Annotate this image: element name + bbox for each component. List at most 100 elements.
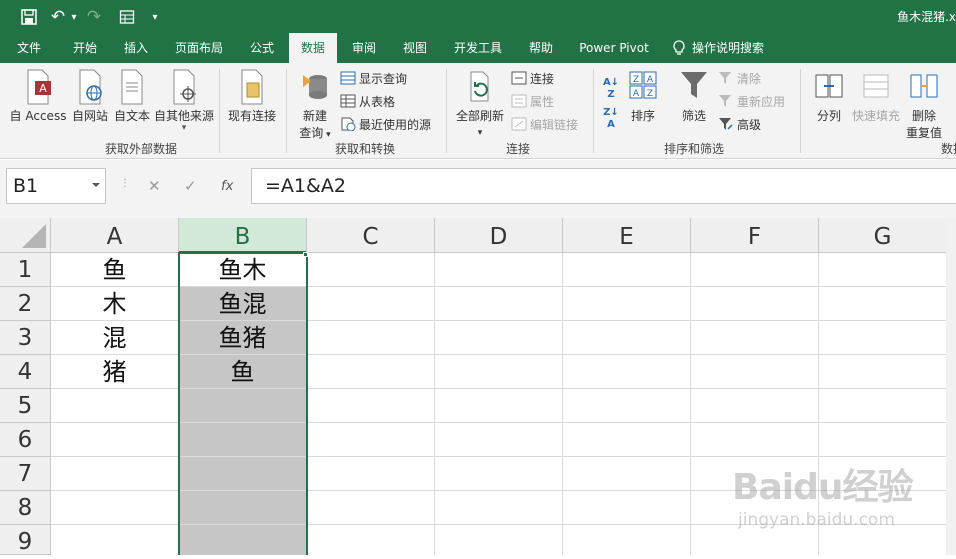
reapply-button[interactable]: 重新应用 (718, 92, 785, 110)
name-box-dropdown-icon[interactable] (92, 183, 100, 187)
show-queries-button[interactable]: 显示查询 (340, 69, 407, 87)
advanced-filter-button[interactable]: 高级 (718, 115, 761, 133)
row-header-9[interactable]: 9 (0, 525, 51, 555)
column-header-a[interactable]: A (51, 218, 179, 253)
show-queries-icon (340, 71, 356, 85)
reapply-icon (719, 95, 731, 107)
svg-text:Z: Z (647, 89, 653, 99)
from-access-label: 自 Access (9, 109, 67, 123)
cell-a2[interactable]: 木 (51, 287, 178, 320)
tab-page-layout[interactable]: 页面布局 (167, 33, 231, 63)
existing-connections-icon (241, 69, 263, 105)
from-web-label: 自网站 (71, 109, 108, 123)
flash-fill-icon (863, 74, 889, 98)
sort-desc-button[interactable]: Z↓ A (600, 107, 622, 131)
advanced-filter-label: 高级 (737, 117, 762, 132)
existing-connections-label: 现有连接 (227, 109, 276, 123)
redo-icon[interactable]: ↷ (84, 6, 104, 28)
column-header-g[interactable]: G (819, 218, 947, 253)
from-other-sources-button[interactable]: 自其他来源 ▾ (153, 69, 215, 133)
tab-view[interactable]: 视图 (392, 33, 438, 63)
properties-button[interactable]: 属性 (511, 92, 554, 110)
cancel-icon[interactable]: ✕ (148, 177, 161, 195)
column-header-c[interactable]: C (307, 218, 435, 253)
cell-a4[interactable]: 猪 (51, 355, 178, 388)
refresh-all-button[interactable]: 全部刷新 ▾ (452, 69, 508, 138)
column-header-e[interactable]: E (563, 218, 691, 253)
tab-home[interactable]: 开始 (62, 33, 108, 63)
from-table-button[interactable]: 从表格 (340, 92, 395, 110)
refresh-all-dropdown-icon: ▾ (477, 128, 483, 138)
cell-a3[interactable]: 混 (51, 321, 178, 354)
row-header-6[interactable]: 6 (0, 423, 51, 457)
row-header-4[interactable]: 4 (0, 355, 51, 389)
tab-power-pivot[interactable]: Power Pivot (574, 33, 654, 63)
column-header-d[interactable]: D (435, 218, 563, 253)
fill-handle[interactable] (303, 252, 308, 257)
insert-function-icon[interactable]: fx (221, 179, 233, 194)
flash-fill-button[interactable]: 快速填充 (850, 69, 902, 124)
text-file-icon (121, 69, 143, 105)
tab-file[interactable]: 文件 (6, 33, 52, 63)
tab-insert[interactable]: 插入 (113, 33, 159, 63)
text-to-columns-button[interactable]: 分列 (810, 69, 848, 124)
tell-me-label: 操作说明搜索 (692, 41, 765, 55)
enter-icon[interactable]: ✓ (184, 177, 197, 195)
remove-duplicates-button[interactable]: 删除 重复值 (904, 69, 944, 141)
clear-filter-button[interactable]: 清除 (718, 69, 761, 87)
tab-help[interactable]: 帮助 (518, 33, 564, 63)
row-header-3[interactable]: 3 (0, 321, 51, 355)
row-header-1[interactable]: 1 (0, 253, 51, 287)
sort-asc-button[interactable]: A↓ Z (600, 77, 622, 101)
customize-qat-icon[interactable]: ▾ (148, 6, 162, 28)
reapply-label: 重新应用 (737, 94, 786, 109)
row-header-8[interactable]: 8 (0, 491, 51, 525)
svg-text:A: A (39, 82, 47, 95)
name-box[interactable]: B1 (6, 168, 106, 204)
undo-icon[interactable]: ↶ (48, 6, 68, 28)
save-icon[interactable] (18, 6, 40, 28)
from-access-button[interactable]: A 自 Access (8, 69, 68, 124)
group-separator (446, 69, 447, 153)
existing-connections-button[interactable]: 现有连接 (224, 69, 280, 124)
select-all-button[interactable] (0, 218, 51, 253)
undo-dropdown-icon[interactable]: ▾ (68, 6, 80, 28)
connections-button[interactable]: 连接 (511, 69, 554, 87)
column-header-b[interactable]: B (179, 218, 307, 253)
row-header-7[interactable]: 7 (0, 457, 51, 491)
from-text-button[interactable]: 自文本 (112, 69, 152, 124)
remove-duplicates-label-1: 删除 (911, 109, 936, 123)
table-icon (340, 94, 356, 108)
row-header-2[interactable]: 2 (0, 287, 51, 321)
lightbulb-icon (673, 40, 685, 55)
tab-developer[interactable]: 开发工具 (446, 33, 510, 63)
edit-links-button[interactable]: 编辑链接 (511, 115, 578, 133)
properties-icon (511, 94, 527, 108)
filter-button[interactable]: 筛选 (676, 69, 712, 124)
column-header-f[interactable]: F (691, 218, 819, 253)
sort-label: 排序 (630, 109, 655, 123)
group-label-sort-filter: 排序和筛选 (664, 142, 725, 156)
ribbon-tabs: 文件 开始 插入 页面布局 公式 数据 审阅 视图 开发工具 帮助 Power … (0, 33, 956, 63)
new-query-button[interactable]: 新建 查询 ▾ (294, 69, 336, 141)
row-header-5[interactable]: 5 (0, 389, 51, 423)
edit-links-label: 编辑链接 (530, 117, 579, 132)
tell-me-search[interactable]: 操作说明搜索 (672, 33, 780, 63)
tab-data[interactable]: 数据 (289, 33, 337, 63)
other-sources-icon (173, 69, 196, 105)
cell-a1[interactable]: 鱼 (51, 253, 178, 286)
sort-button[interactable]: ZAAZ 排序 (624, 69, 662, 124)
recent-sources-button[interactable]: 最近使用的源 (340, 115, 431, 133)
from-web-button[interactable]: 自网站 (70, 69, 110, 124)
tab-review[interactable]: 审阅 (341, 33, 387, 63)
tab-formulas[interactable]: 公式 (240, 33, 284, 63)
funnel-icon (681, 72, 707, 98)
watermark-url: jingyan.baidu.com (738, 510, 895, 530)
ribbon-data: A 自 Access 自网站 自文本 自其他来源 ▾ 现有连接 获取外部数据 新… (0, 63, 956, 159)
formula-input[interactable]: =A1&A2 (251, 168, 956, 204)
new-query-dropdown-icon: ▾ (323, 130, 331, 140)
svg-text:A: A (647, 75, 654, 85)
form-icon[interactable] (117, 6, 137, 28)
filter-label: 筛选 (681, 109, 706, 123)
new-query-icon (303, 75, 327, 99)
